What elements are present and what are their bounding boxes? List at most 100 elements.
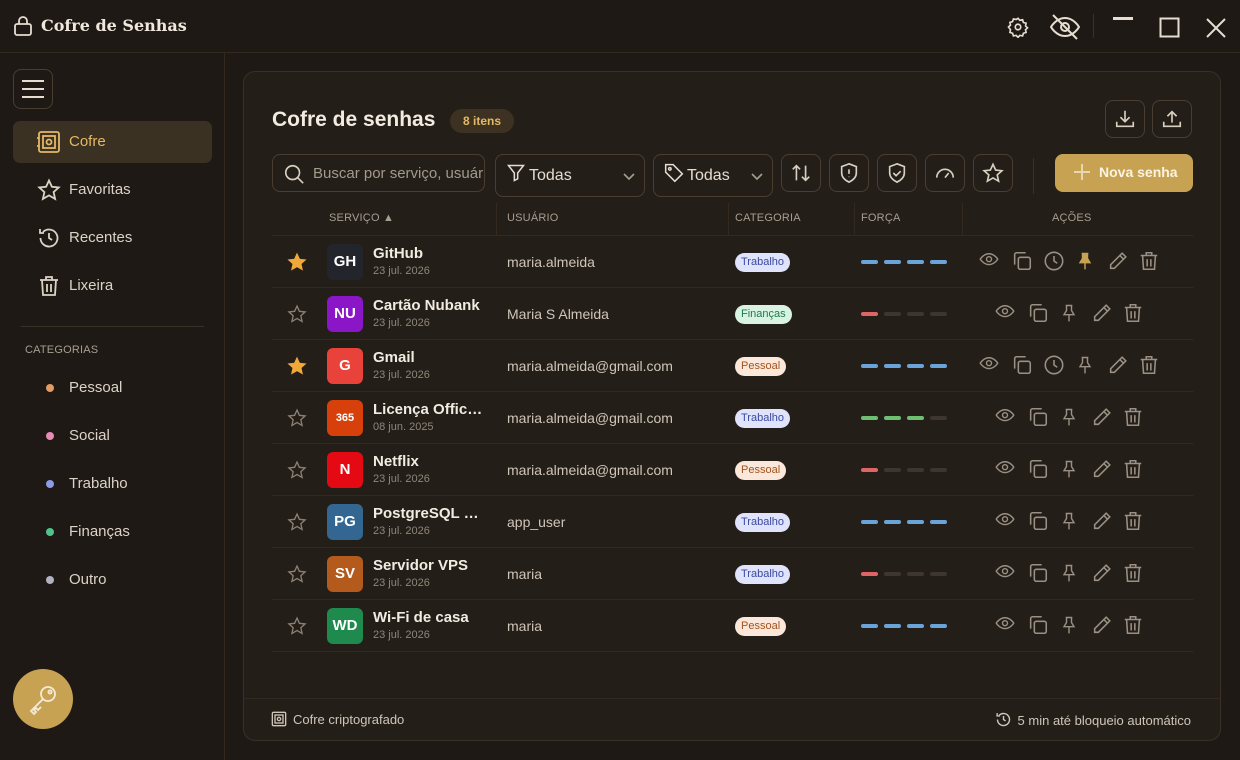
- table-row[interactable]: 365 Licença Office 365 08 jun. 2025 mari…: [272, 392, 1193, 444]
- delete-icon[interactable]: [1122, 458, 1144, 480]
- column-header-service[interactable]: SERVIÇO ▲: [329, 212, 394, 224]
- reveal-password-icon[interactable]: [979, 250, 999, 270]
- column-header-user[interactable]: USUÁRIO: [507, 212, 559, 224]
- pin-icon[interactable]: [1059, 562, 1079, 584]
- generate-password-button[interactable]: [13, 669, 73, 729]
- edit-icon[interactable]: [1091, 406, 1113, 428]
- import-button[interactable]: [1105, 100, 1145, 138]
- copy-icon[interactable]: [1027, 562, 1049, 584]
- reveal-password-icon[interactable]: [995, 406, 1015, 426]
- edit-icon[interactable]: [1107, 354, 1129, 376]
- copy-icon[interactable]: [1027, 614, 1049, 636]
- close-icon[interactable]: [1205, 17, 1227, 39]
- pin-icon[interactable]: [1059, 458, 1079, 480]
- new-password-button[interactable]: Nova senha: [1055, 154, 1193, 192]
- edit-icon[interactable]: [1091, 614, 1113, 636]
- favorite-star-icon[interactable]: [287, 304, 307, 324]
- category-item-trabalho[interactable]: Trabalho: [13, 467, 212, 501]
- menu-button[interactable]: [13, 69, 53, 109]
- reveal-password-icon[interactable]: [995, 510, 1015, 530]
- pin-icon[interactable]: [1059, 510, 1079, 532]
- edit-icon[interactable]: [1091, 510, 1113, 532]
- category-label: Finanças: [69, 523, 130, 540]
- favorite-star-icon[interactable]: [287, 356, 307, 376]
- history-icon[interactable]: [1043, 354, 1065, 376]
- weak-filter-button[interactable]: [829, 154, 869, 192]
- pin-icon[interactable]: [1075, 354, 1095, 376]
- copy-icon[interactable]: [1011, 354, 1033, 376]
- strength-segment: [884, 364, 901, 368]
- copy-icon[interactable]: [1027, 302, 1049, 324]
- service-date: 08 jun. 2025: [373, 421, 434, 433]
- nav-item-cofre[interactable]: Cofre: [13, 121, 212, 163]
- table-row[interactable]: WD Wi-Fi de casa 23 jul. 2026 maria Pess…: [272, 600, 1193, 652]
- reveal-password-icon[interactable]: [979, 354, 999, 374]
- table-row[interactable]: NU Cartão Nubank 23 jul. 2026 Maria S Al…: [272, 288, 1193, 340]
- delete-icon[interactable]: [1138, 250, 1160, 272]
- column-header-strength[interactable]: FORÇA: [861, 212, 901, 224]
- category-item-social[interactable]: Social: [13, 419, 212, 453]
- search-input[interactable]: [313, 155, 483, 191]
- category-item-pessoal[interactable]: Pessoal: [13, 371, 212, 405]
- copy-icon[interactable]: [1027, 458, 1049, 480]
- nav-item-favoritas[interactable]: Favoritas: [13, 169, 212, 211]
- export-button[interactable]: [1152, 100, 1192, 138]
- category-item-financas[interactable]: Finanças: [13, 515, 212, 549]
- strength-segment: [907, 572, 924, 576]
- category-filter-dropdown[interactable]: Todas: [495, 154, 645, 197]
- reveal-password-icon[interactable]: [995, 614, 1015, 634]
- table-row[interactable]: N Netflix 23 jul. 2026 maria.almeida@gma…: [272, 444, 1193, 496]
- table-row[interactable]: G Gmail 23 jul. 2026 maria.almeida@gmail…: [272, 340, 1193, 392]
- delete-icon[interactable]: [1122, 510, 1144, 532]
- category-badge: Pessoal: [735, 357, 787, 376]
- strength-segment: [907, 364, 924, 368]
- edit-icon[interactable]: [1107, 250, 1129, 272]
- favorites-filter-button[interactable]: [973, 154, 1013, 192]
- delete-icon[interactable]: [1122, 562, 1144, 584]
- reveal-password-icon[interactable]: [995, 458, 1015, 478]
- table-row[interactable]: SV Servidor VPS 23 jul. 2026 maria Traba…: [272, 548, 1193, 600]
- favorite-star-icon[interactable]: [287, 408, 307, 428]
- strength-filter-button[interactable]: [925, 154, 965, 192]
- edit-icon[interactable]: [1091, 458, 1113, 480]
- table-row[interactable]: GH GitHub 23 jul. 2026 maria.almeida Tra…: [272, 236, 1193, 288]
- nav-item-recentes[interactable]: Recentes: [13, 217, 212, 259]
- history-icon[interactable]: [1043, 250, 1065, 272]
- minimize-icon[interactable]: [1113, 17, 1135, 21]
- delete-icon[interactable]: [1138, 354, 1160, 376]
- secure-filter-button[interactable]: [877, 154, 917, 192]
- reveal-password-icon[interactable]: [995, 562, 1015, 582]
- maximize-icon[interactable]: [1159, 17, 1181, 39]
- pin-icon[interactable]: [1075, 250, 1095, 272]
- eye-off-icon[interactable]: [1049, 12, 1081, 42]
- copy-icon[interactable]: [1011, 250, 1033, 272]
- favorite-star-icon[interactable]: [287, 564, 307, 584]
- delete-icon[interactable]: [1122, 302, 1144, 324]
- pin-icon[interactable]: [1059, 614, 1079, 636]
- reveal-password-icon[interactable]: [995, 302, 1015, 322]
- favorite-star-icon[interactable]: [287, 252, 307, 272]
- nav-item-lixeira[interactable]: Lixeira: [13, 265, 212, 307]
- strength-segment: [884, 260, 901, 264]
- category-label: Pessoal: [69, 379, 123, 396]
- copy-icon[interactable]: [1027, 406, 1049, 428]
- column-header-category[interactable]: CATEGORIA: [735, 212, 801, 224]
- favorite-star-icon[interactable]: [287, 512, 307, 532]
- edit-icon[interactable]: [1091, 562, 1113, 584]
- download-icon: [1115, 110, 1135, 128]
- delete-icon[interactable]: [1122, 614, 1144, 636]
- favorite-star-icon[interactable]: [287, 616, 307, 636]
- pin-icon[interactable]: [1059, 302, 1079, 324]
- tag-filter-dropdown[interactable]: Todas: [653, 154, 773, 197]
- copy-icon[interactable]: [1027, 510, 1049, 532]
- pin-icon[interactable]: [1059, 406, 1079, 428]
- gear-icon[interactable]: [1007, 16, 1029, 38]
- service-avatar: N: [327, 452, 363, 488]
- service-avatar: SV: [327, 556, 363, 592]
- sort-button[interactable]: [781, 154, 821, 192]
- delete-icon[interactable]: [1122, 406, 1144, 428]
- table-row[interactable]: PG PostgreSQL prod 23 jul. 2026 app_user…: [272, 496, 1193, 548]
- favorite-star-icon[interactable]: [287, 460, 307, 480]
- category-item-outro[interactable]: Outro: [13, 563, 212, 597]
- edit-icon[interactable]: [1091, 302, 1113, 324]
